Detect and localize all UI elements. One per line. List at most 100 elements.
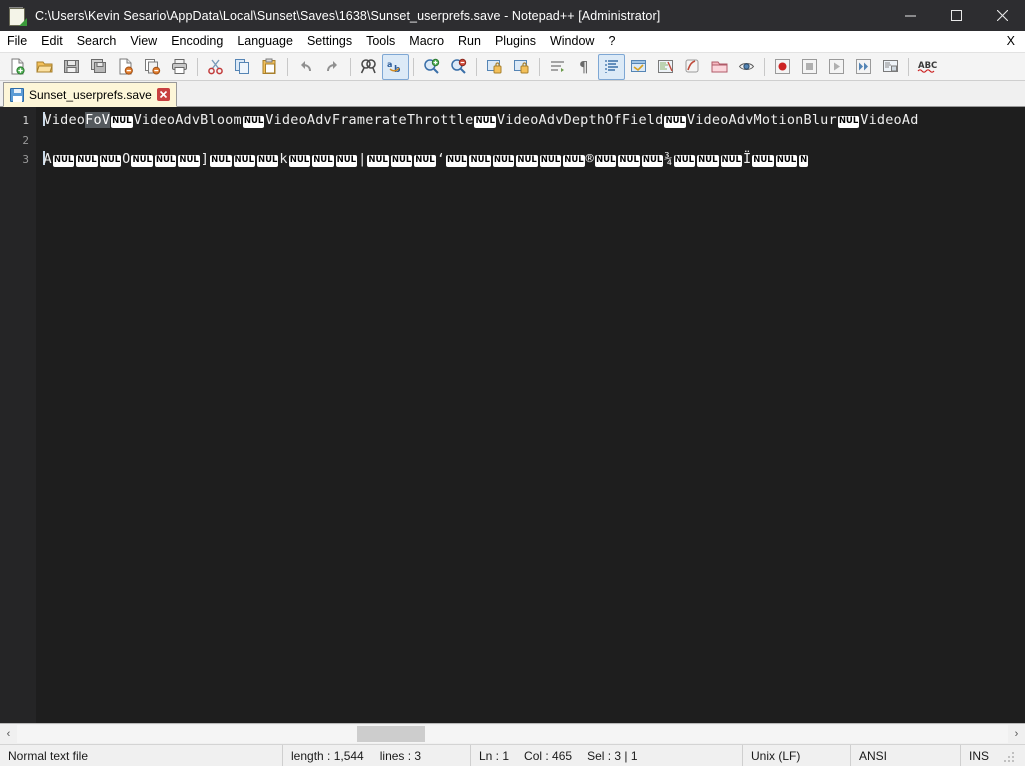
resize-grip-icon[interactable] — [1002, 750, 1014, 762]
close-all-files-icon[interactable] — [139, 54, 166, 80]
tab-label: Sunset_userprefs.save — [29, 87, 152, 102]
title-bar: C:\Users\Kevin Sesario\AppData\Local\Sun… — [0, 0, 1025, 31]
minimize-button[interactable] — [887, 0, 933, 31]
play-macro-icon[interactable] — [823, 54, 850, 80]
close-document-button[interactable]: X — [1000, 32, 1025, 51]
control-char-nul: NUL — [312, 155, 334, 167]
folder-as-workspace-icon[interactable] — [706, 54, 733, 80]
code-text: | — [358, 151, 367, 167]
sync-vertical-scroll-icon[interactable] — [481, 54, 508, 80]
redo-icon[interactable] — [319, 54, 346, 80]
code-line[interactable]: A NUL NUL NUL O NUL NUL NUL] NUL NUL NUL k NUL NUL NUL… — [43, 150, 1025, 170]
control-char-nul: NUL — [335, 155, 358, 167]
monitoring-icon[interactable] — [733, 54, 760, 80]
status-insert-mode[interactable]: INS — [960, 745, 1025, 766]
horizontal-scrollbar[interactable]: ‹ › — [0, 723, 1025, 744]
code-text: VideoAd — [860, 112, 919, 128]
zoom-in-icon[interactable] — [418, 54, 445, 80]
svg-text:¶: ¶ — [579, 58, 589, 75]
spell-check-icon[interactable]: ABC — [913, 54, 940, 80]
document-map-icon[interactable] — [652, 54, 679, 80]
new-file-icon[interactable] — [4, 54, 31, 80]
status-col: Col : 465 — [524, 748, 573, 763]
open-file-icon[interactable] — [31, 54, 58, 80]
status-eol[interactable]: Unix (LF) — [742, 745, 850, 766]
zoom-out-icon[interactable] — [445, 54, 472, 80]
stop-macro-icon[interactable] — [796, 54, 823, 80]
control-char-nul: NUL — [414, 155, 436, 167]
menu-window[interactable]: Window — [543, 32, 601, 51]
scrollbar-thumb[interactable] — [357, 726, 425, 742]
copy-icon[interactable] — [229, 54, 256, 80]
notepadpp-window: C:\Users\Kevin Sesario\AppData\Local\Sun… — [0, 0, 1025, 766]
menu-help[interactable]: ? — [601, 32, 622, 51]
code-line[interactable] — [43, 131, 1025, 151]
save-all-icon[interactable] — [85, 54, 112, 80]
cut-icon[interactable] — [202, 54, 229, 80]
show-all-characters-icon[interactable]: ¶ — [571, 54, 598, 80]
tab-close-icon[interactable] — [156, 88, 170, 101]
control-char-nul: NUL — [390, 155, 413, 167]
svg-text:a: a — [387, 60, 392, 69]
control-char-nul: NUL — [752, 155, 774, 167]
undo-icon[interactable] — [292, 54, 319, 80]
status-encoding[interactable]: ANSI — [850, 745, 960, 766]
menu-bar: File Edit Search View Encoding Language … — [0, 31, 1025, 52]
status-lines: lines : 3 — [379, 748, 422, 763]
tab-bar: Sunset_userprefs.save — [0, 81, 1025, 107]
code-text: VideoAdvBloom — [133, 112, 242, 128]
tab-sunset-userprefs[interactable]: Sunset_userprefs.save — [3, 82, 177, 107]
toolbar-separator — [908, 57, 909, 76]
sync-horizontal-scroll-icon[interactable] — [508, 54, 535, 80]
function-list-icon[interactable] — [679, 54, 706, 80]
saved-file-icon — [10, 87, 24, 102]
scroll-left-arrow-icon[interactable]: ‹ — [0, 725, 17, 743]
selected-text: FoV — [85, 112, 111, 128]
control-char-nul: NUL — [111, 116, 133, 128]
text-editor[interactable]: 1 2 3 VideoFoV NUL VideoAdvBloom NUL VideoAd… — [0, 107, 1025, 723]
close-button[interactable] — [979, 0, 1025, 31]
close-file-icon[interactable] — [112, 54, 139, 80]
user-defined-dialog-icon[interactable] — [625, 54, 652, 80]
menu-plugins[interactable]: Plugins — [488, 32, 543, 51]
status-ln: Ln : 1 — [479, 748, 510, 763]
code-line[interactable]: VideoFoV NUL VideoAdvBloom NUL VideoAdvFrame… — [43, 111, 1025, 131]
window-title: C:\Users\Kevin Sesario\AppData\Local\Sun… — [35, 8, 661, 23]
control-char-nul: NUL — [641, 155, 664, 167]
toolbar: ab ¶ ABC — [0, 52, 1025, 81]
word-wrap-icon[interactable] — [544, 54, 571, 80]
menu-tools[interactable]: Tools — [359, 32, 402, 51]
control-char-nul: NUL — [233, 155, 255, 167]
notepad-plus-plus-icon — [8, 6, 27, 26]
maximize-button[interactable] — [933, 0, 979, 31]
record-macro-icon[interactable] — [769, 54, 796, 80]
menu-file[interactable]: File — [0, 32, 34, 51]
window-controls — [887, 0, 1025, 31]
menu-run[interactable]: Run — [451, 32, 488, 51]
find-icon[interactable] — [355, 54, 382, 80]
scroll-right-arrow-icon[interactable]: › — [1008, 725, 1025, 743]
code-text: k — [279, 151, 288, 167]
menu-macro[interactable]: Macro — [402, 32, 451, 51]
run-macro-multiple-icon[interactable] — [850, 54, 877, 80]
control-char-nul: NUL — [594, 155, 617, 167]
toolbar-separator — [476, 57, 477, 76]
replace-icon[interactable]: ab — [382, 53, 409, 80]
scrollbar-track[interactable] — [17, 725, 1008, 743]
menu-settings[interactable]: Settings — [300, 32, 359, 51]
editor-area: 1 2 3 VideoFoV NUL VideoAdvBloom NUL VideoAd… — [0, 107, 1025, 744]
menu-view[interactable]: View — [123, 32, 164, 51]
paste-icon[interactable] — [256, 54, 283, 80]
menu-edit[interactable]: Edit — [34, 32, 70, 51]
show-indent-guide-icon[interactable] — [598, 53, 625, 80]
menu-language[interactable]: Language — [230, 32, 300, 51]
menu-search[interactable]: Search — [70, 32, 124, 51]
control-char-nul: NUL — [618, 155, 640, 167]
menu-encoding[interactable]: Encoding — [164, 32, 230, 51]
print-icon[interactable] — [166, 54, 193, 80]
control-char-nul: NUL — [256, 155, 279, 167]
save-macro-icon[interactable] — [877, 54, 904, 80]
code-content[interactable]: VideoFoV NUL VideoAdvBloom NUL VideoAdvFrame… — [36, 107, 1025, 723]
control-char-nul: NUL — [492, 155, 515, 167]
save-icon[interactable] — [58, 54, 85, 80]
